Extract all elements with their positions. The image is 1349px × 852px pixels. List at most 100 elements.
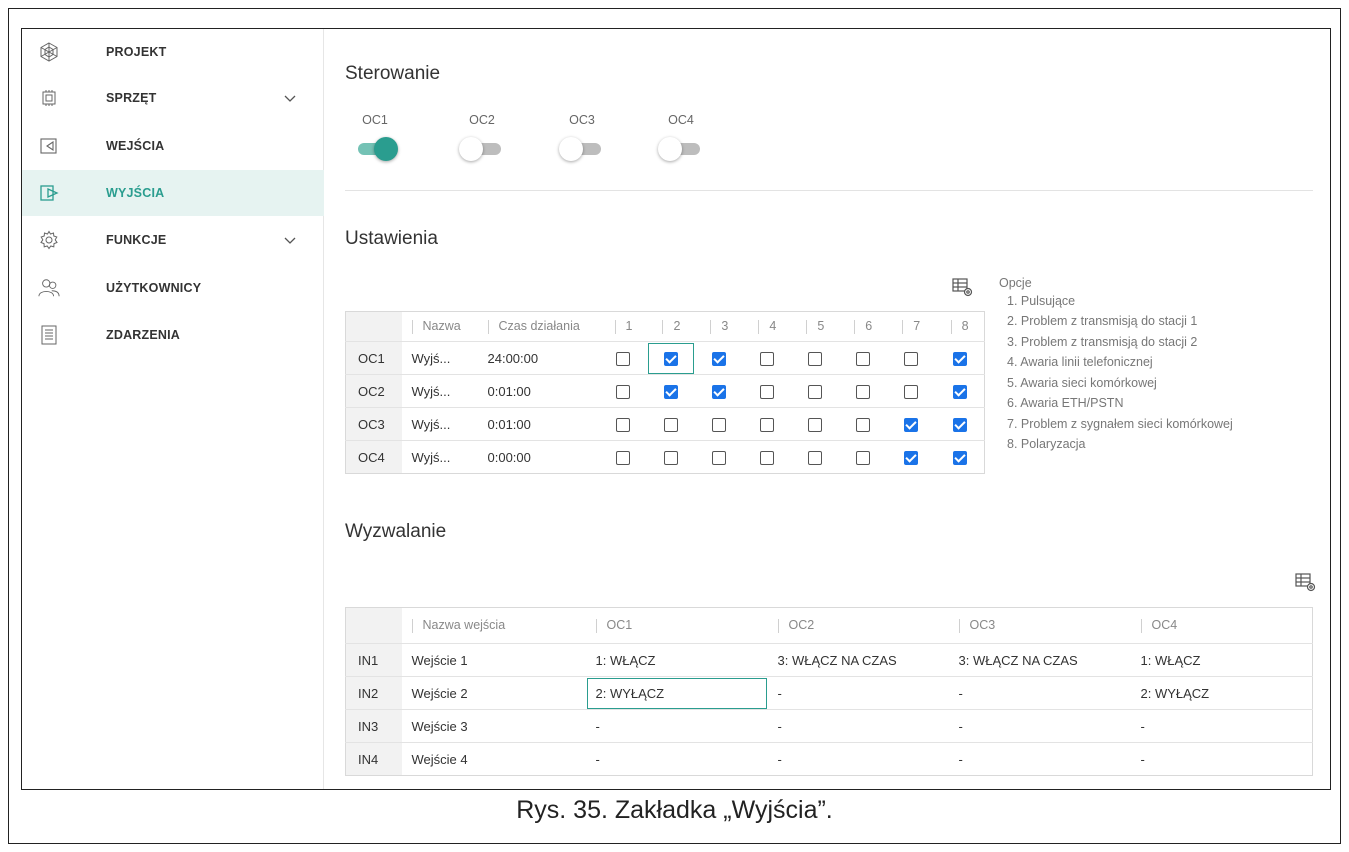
sidebar-item-funkcje[interactable]: FUNKCJE	[22, 217, 324, 263]
toggle-oc4[interactable]	[658, 137, 704, 161]
option-checkbox[interactable]	[856, 351, 871, 366]
table-row[interactable]: IN2 Wejście 2 2: WYŁĄCZ - -2: WYŁĄCZ	[345, 676, 1313, 710]
option-checkbox[interactable]	[808, 384, 823, 399]
option-checkbox[interactable]	[616, 351, 631, 366]
option-checkbox[interactable]	[856, 384, 871, 399]
trigger-cell[interactable]: 2: WYŁĄCZ	[585, 676, 768, 710]
trigger-cell[interactable]: -	[585, 742, 768, 776]
sidebar-item-wyjscia[interactable]: WYJŚCIA	[22, 170, 324, 216]
option-cell	[935, 374, 985, 408]
trigger-cell[interactable]: -	[767, 676, 949, 710]
outputs-icon	[38, 182, 60, 204]
option-checkbox[interactable]	[712, 384, 727, 399]
section-title-wyzwalanie: Wyzwalanie	[345, 521, 447, 542]
option-cell	[839, 407, 888, 441]
option-checkbox[interactable]	[712, 417, 727, 432]
option-checkbox[interactable]	[904, 417, 919, 432]
trigger-cell[interactable]: 1: WŁĄCZ	[585, 643, 768, 677]
option-checkbox[interactable]	[808, 417, 823, 432]
option-item: 3. Problem z transmisją do stacji 2	[1007, 334, 1198, 349]
option-checkbox[interactable]	[616, 384, 631, 399]
table-row[interactable]: OC1 Wyjś... 24:00:00	[345, 341, 985, 375]
trigger-cell[interactable]: 3: WŁĄCZ NA CZAS	[948, 643, 1131, 677]
option-checkbox[interactable]	[712, 351, 727, 366]
table-settings-icon[interactable]	[1295, 572, 1317, 592]
option-checkbox[interactable]	[760, 384, 775, 399]
duration-cell[interactable]: 0:01:00	[477, 374, 600, 408]
duration-cell[interactable]: 0:00:00	[477, 440, 600, 474]
trigger-cell[interactable]: 3: WŁĄCZ NA CZAS	[767, 643, 949, 677]
option-cell	[647, 440, 696, 474]
option-checkbox[interactable]	[616, 417, 631, 432]
sidebar-item-zdarzenia[interactable]: ZDARZENIA	[22, 312, 324, 358]
option-checkbox[interactable]	[904, 384, 919, 399]
option-checkbox[interactable]	[808, 450, 823, 465]
sidebar-item-uzytkownicy[interactable]: UŻYTKOWNICY	[22, 265, 324, 311]
option-checkbox[interactable]	[760, 417, 775, 432]
output-name-cell[interactable]: Wyjś...	[401, 440, 478, 474]
option-checkbox[interactable]	[760, 450, 775, 465]
option-checkbox[interactable]	[712, 450, 727, 465]
toggle-oc3[interactable]	[559, 137, 605, 161]
sidebar-item-projekt[interactable]: PROJEKT	[22, 29, 324, 75]
option-checkbox[interactable]	[856, 417, 871, 432]
row-id: OC2	[345, 374, 402, 408]
option-checkbox[interactable]	[952, 417, 967, 432]
trigger-cell[interactable]: -	[1130, 709, 1313, 743]
trigger-cell[interactable]: -	[767, 709, 949, 743]
option-cell	[887, 440, 936, 474]
table-row[interactable]: IN3 Wejście 3----	[345, 709, 1313, 743]
option-cell	[647, 374, 696, 408]
option-checkbox[interactable]	[760, 351, 775, 366]
option-checkbox[interactable]	[664, 351, 679, 366]
option-checkbox[interactable]	[808, 351, 823, 366]
table-row[interactable]: OC4 Wyjś... 0:00:00	[345, 440, 985, 474]
option-checkbox[interactable]	[904, 450, 919, 465]
sidebar-item-label: UŻYTKOWNICY	[106, 281, 202, 295]
sidebar-item-label: FUNKCJE	[106, 233, 167, 247]
option-checkbox[interactable]	[952, 351, 967, 366]
option-checkbox[interactable]	[664, 384, 679, 399]
option-item: 5. Awaria sieci komórkowej	[1007, 375, 1157, 390]
table-row[interactable]: OC3 Wyjś... 0:01:00	[345, 407, 985, 441]
trigger-cell[interactable]: -	[948, 676, 1131, 710]
option-checkbox[interactable]	[664, 450, 679, 465]
chevron-down-icon[interactable]	[282, 232, 298, 248]
option-checkbox[interactable]	[952, 384, 967, 399]
toggle-label-oc3: OC3	[569, 113, 595, 127]
trigger-cell[interactable]: -	[767, 742, 949, 776]
option-checkbox[interactable]	[616, 450, 631, 465]
table-row[interactable]: IN4 Wejście 4----	[345, 742, 1313, 776]
sidebar-item-sprzet[interactable]: SPRZĘT	[22, 75, 324, 121]
section-title-ustawienia: Ustawienia	[345, 228, 438, 249]
table-settings-icon[interactable]	[952, 277, 974, 297]
trigger-cell[interactable]: -	[948, 709, 1131, 743]
trigger-cell[interactable]: -	[1130, 742, 1313, 776]
trigger-cell[interactable]: 1: WŁĄCZ	[1130, 643, 1313, 677]
input-name-cell: Wejście 3	[401, 709, 586, 743]
sidebar-item-wejscia[interactable]: WEJŚCIA	[22, 123, 324, 169]
duration-cell[interactable]: 24:00:00	[477, 341, 600, 375]
option-checkbox[interactable]	[952, 450, 967, 465]
option-checkbox[interactable]	[904, 351, 919, 366]
trigger-cell[interactable]: -	[948, 742, 1131, 776]
settings-table: Nazwa Czas działania 1 2 3 4 5 6 7 8 OC1…	[345, 311, 985, 474]
option-item: 8. Polaryzacja	[1007, 437, 1086, 451]
sidebar-item-label: WEJŚCIA	[106, 139, 165, 153]
trigger-cell[interactable]: -	[585, 709, 768, 743]
output-name-cell[interactable]: Wyjś...	[401, 407, 478, 441]
duration-cell[interactable]: 0:01:00	[477, 407, 600, 441]
option-checkbox[interactable]	[856, 450, 871, 465]
table-row[interactable]: IN1 Wejście 1 1: WŁĄCZ 3: WŁĄCZ NA CZAS 3: W…	[345, 643, 1313, 677]
chevron-down-icon[interactable]	[282, 90, 298, 106]
output-name-cell[interactable]: Wyjś...	[401, 341, 478, 375]
option-cell	[839, 440, 888, 474]
row-id: OC3	[345, 407, 402, 441]
toggle-oc1[interactable]	[352, 137, 398, 161]
trigger-cell[interactable]: 2: WYŁĄCZ	[1130, 676, 1313, 710]
option-checkbox[interactable]	[664, 417, 679, 432]
column-header: Nazwa wejścia	[402, 608, 586, 644]
toggle-oc2[interactable]	[459, 137, 505, 161]
table-row[interactable]: OC2 Wyjś... 0:01:00	[345, 374, 985, 408]
output-name-cell[interactable]: Wyjś...	[401, 374, 478, 408]
